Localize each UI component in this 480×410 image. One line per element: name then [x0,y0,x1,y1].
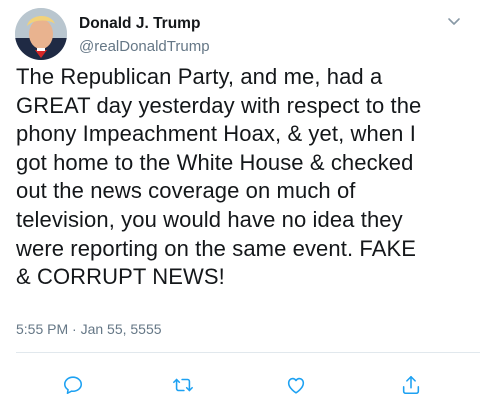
reply-button[interactable] [60,372,86,398]
tweet-text: The Republican Party, and me, had a GREA… [16,64,422,290]
tweet-card: Donald J. Trump @realDonaldTrump The Rep… [0,0,480,410]
username-handle[interactable]: @realDonaldTrump [79,37,210,57]
reply-icon [63,376,83,395]
author-block: Donald J. Trump @realDonaldTrump [79,14,210,57]
divider [16,352,480,353]
retweet-icon [173,378,193,392]
timestamp[interactable]: 5:55 PM · Jan 55, 5555 [16,320,162,338]
like-icon [287,377,305,394]
action-bar [0,372,480,398]
display-name[interactable]: Donald J. Trump [79,14,210,33]
chevron-down-icon[interactable] [446,14,462,30]
avatar[interactable] [15,8,67,60]
like-button[interactable] [283,372,309,398]
retweet-button[interactable] [170,372,196,398]
share-button[interactable] [398,372,424,398]
profile-photo [15,8,67,60]
share-icon [402,375,420,395]
